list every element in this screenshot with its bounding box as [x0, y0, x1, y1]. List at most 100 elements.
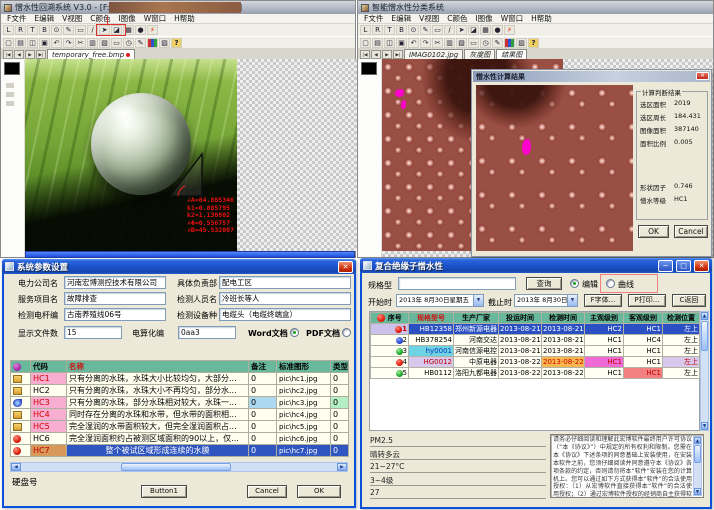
copy-icon[interactable]: ▥ — [444, 38, 455, 48]
back-button[interactable]: C返回 — [672, 294, 706, 307]
files-count-input[interactable]: 15 — [64, 326, 122, 339]
menu-item[interactable]: H帮助 — [170, 13, 199, 24]
menu-item[interactable]: I图像 — [114, 13, 139, 24]
scroll-right-icon[interactable]: ▶ — [337, 463, 347, 471]
letter-r-button[interactable]: R — [15, 25, 26, 35]
pen-icon[interactable]: ✎ — [63, 25, 74, 35]
maximize-icon[interactable]: □ — [676, 260, 691, 272]
pen-icon[interactable]: ✎ — [420, 25, 431, 35]
menu-item[interactable]: I图像 — [471, 13, 496, 24]
image-icon[interactable]: ▨ — [159, 38, 170, 48]
help-icon[interactable]: ? — [171, 38, 182, 48]
dot-tool-icon[interactable]: ● — [492, 25, 503, 35]
dialog-titlebar[interactable]: 憎水性计算结果 — [473, 71, 710, 82]
letter-l-button[interactable]: L — [360, 25, 371, 35]
pen2-icon[interactable]: ✎ — [135, 38, 146, 48]
minimize-icon[interactable]: ─ — [658, 260, 673, 272]
first-tab-button[interactable]: |◀ — [360, 50, 370, 59]
text-input[interactable]: 河南宏博测控技术有限公司 — [64, 276, 166, 289]
license-textbox[interactable]: 请务必仔细阅读和理解此宏博软件最终用户许可协议（“本《协议》”）中规定的所有权利… — [550, 434, 704, 498]
letter-t-button[interactable]: T — [384, 25, 395, 35]
scroll-down-icon[interactable]: ▼ — [694, 488, 701, 495]
print-button[interactable]: P打印... — [628, 294, 666, 307]
pdf-doc-radio[interactable] — [342, 328, 351, 337]
scrollbar-thumb[interactable] — [121, 463, 231, 471]
start-date-combo[interactable]: 2013年 8月30日星期五 ▼ — [396, 294, 484, 307]
scroll-left-icon[interactable]: ◀ — [11, 463, 21, 471]
image-icon[interactable]: ▨ — [516, 38, 527, 48]
environment-field[interactable]: 3~4级 — [370, 475, 546, 486]
redo-icon[interactable]: ↷ — [420, 38, 431, 48]
eraser-icon[interactable]: ◪ — [468, 25, 479, 35]
cut-icon[interactable]: ✂ — [432, 38, 443, 48]
new-file-icon[interactable]: ▢ — [3, 38, 14, 48]
cancel-button[interactable]: Cancel — [247, 485, 287, 498]
undo-icon[interactable]: ↶ — [51, 38, 62, 48]
image-tab[interactable]: IMAG0102.jpg — [404, 49, 463, 59]
open-file-icon[interactable]: ▤ — [372, 38, 383, 48]
help-icon[interactable]: ? — [528, 38, 539, 48]
text-input[interactable]: 冷班长等人 — [219, 292, 351, 305]
text-input[interactable]: 故障排查 — [64, 292, 166, 305]
lightning-icon[interactable]: ⚡ — [147, 25, 158, 35]
menu-item[interactable]: V视图 — [58, 13, 86, 24]
undo-icon[interactable]: ↶ — [408, 38, 419, 48]
image-tab[interactable]: 结果图 — [496, 49, 527, 59]
save-icon[interactable]: ◫ — [27, 38, 38, 48]
spec-input[interactable] — [398, 277, 516, 290]
dot-tool-icon[interactable]: ● — [135, 25, 146, 35]
letter-b-button[interactable]: B — [39, 25, 50, 35]
redo-icon[interactable]: ↷ — [63, 38, 74, 48]
edit-radio[interactable] — [570, 279, 579, 288]
chevron-down-icon[interactable]: ▼ — [473, 295, 483, 306]
environment-field[interactable]: 27 — [370, 488, 546, 499]
menu-item[interactable]: W窗口 — [497, 13, 527, 24]
table-row[interactable]: 1 HB12358 郑州新源电器 2013-08-21 2013-08-21 H… — [371, 324, 700, 335]
curve-radio-label[interactable]: 曲线 — [618, 279, 634, 290]
table-row[interactable]: HC5 完全湿润的水带面积较大，但完全湿润面积占... 0 pic\hc5.jp… — [11, 421, 349, 433]
cut-icon[interactable]: ✂ — [75, 38, 86, 48]
query-button[interactable]: 查询 — [526, 277, 562, 290]
cancel-button[interactable]: Cancel — [674, 225, 708, 238]
letter-r-button[interactable]: R — [372, 25, 383, 35]
environment-field[interactable]: 晴转多云 — [370, 449, 546, 460]
close-icon[interactable]: ✕ — [338, 261, 353, 273]
menu-item[interactable]: V视图 — [415, 13, 443, 24]
save-icon[interactable]: ◫ — [384, 38, 395, 48]
edit-radio-label[interactable]: 编辑 — [582, 279, 598, 290]
next-tab-button[interactable]: ▶ — [382, 50, 392, 59]
text-input[interactable]: 配电工区 — [219, 276, 351, 289]
letter-t-button[interactable]: T — [27, 25, 38, 35]
print-icon[interactable]: ▣ — [39, 38, 50, 48]
license-scrollbar[interactable]: ▲ ▼ — [693, 436, 702, 496]
table-row[interactable]: 3 hy0001 河南信源电控 2013-08-21 2013-08-21 HC… — [371, 346, 700, 357]
button1-button[interactable]: Button1 — [141, 485, 187, 498]
word-doc-radio[interactable] — [290, 328, 299, 337]
ok-button[interactable]: OK — [638, 225, 669, 238]
zoom-icon[interactable]: ⊙ — [51, 25, 62, 35]
color-swatch-black[interactable] — [361, 62, 377, 75]
table-row[interactable]: 4 HG0012 中原电器 2013-08-22 2013-08-22 HC1 … — [371, 357, 700, 368]
menu-item[interactable]: C颜色 — [86, 13, 114, 24]
table-row[interactable]: HC4 同时存在分离的水珠和水带，但水带的面积相... 0 pic\hc4.jp… — [11, 409, 349, 421]
dialog-titlebar[interactable]: 复合绝缘子憎水性 ─ □ ✕ — [360, 258, 712, 273]
open-file-icon[interactable]: ▤ — [15, 38, 26, 48]
table-row[interactable]: HC6 完全湿润面积约占被测区域面积的90以上，仅... 0 pic\hc6.j… — [11, 433, 349, 445]
letter-b-button[interactable]: B — [396, 25, 407, 35]
curve-radio[interactable] — [606, 279, 615, 288]
copy-icon[interactable]: ▥ — [87, 38, 98, 48]
rect-tool-icon[interactable]: ▭ — [432, 25, 443, 35]
next-tab-button[interactable]: ▶ — [25, 50, 35, 59]
menu-item[interactable]: C颜色 — [443, 13, 471, 24]
text-input[interactable]: 电缆头（电缆终端盒） — [219, 308, 351, 321]
close-icon[interactable]: ✕ — [696, 72, 709, 80]
menu-item[interactable]: F文件 — [3, 13, 30, 24]
grid-icon[interactable]: ▦ — [480, 25, 491, 35]
prev-tab-button[interactable]: ◀ — [371, 50, 381, 59]
last-tab-button[interactable]: ▶| — [36, 50, 46, 59]
table-row[interactable]: HC2 只有分离的水珠，水珠大小不再均匀，部分水... 0 pic\hc2.jp… — [11, 385, 349, 397]
last-tab-button[interactable]: ▶| — [393, 50, 403, 59]
end-date-combo[interactable]: 2013年 8月30日星期五 ▼ — [514, 294, 578, 307]
scroll-up-icon[interactable]: ▲ — [694, 437, 701, 444]
scrollbar-thumb[interactable] — [701, 321, 708, 351]
